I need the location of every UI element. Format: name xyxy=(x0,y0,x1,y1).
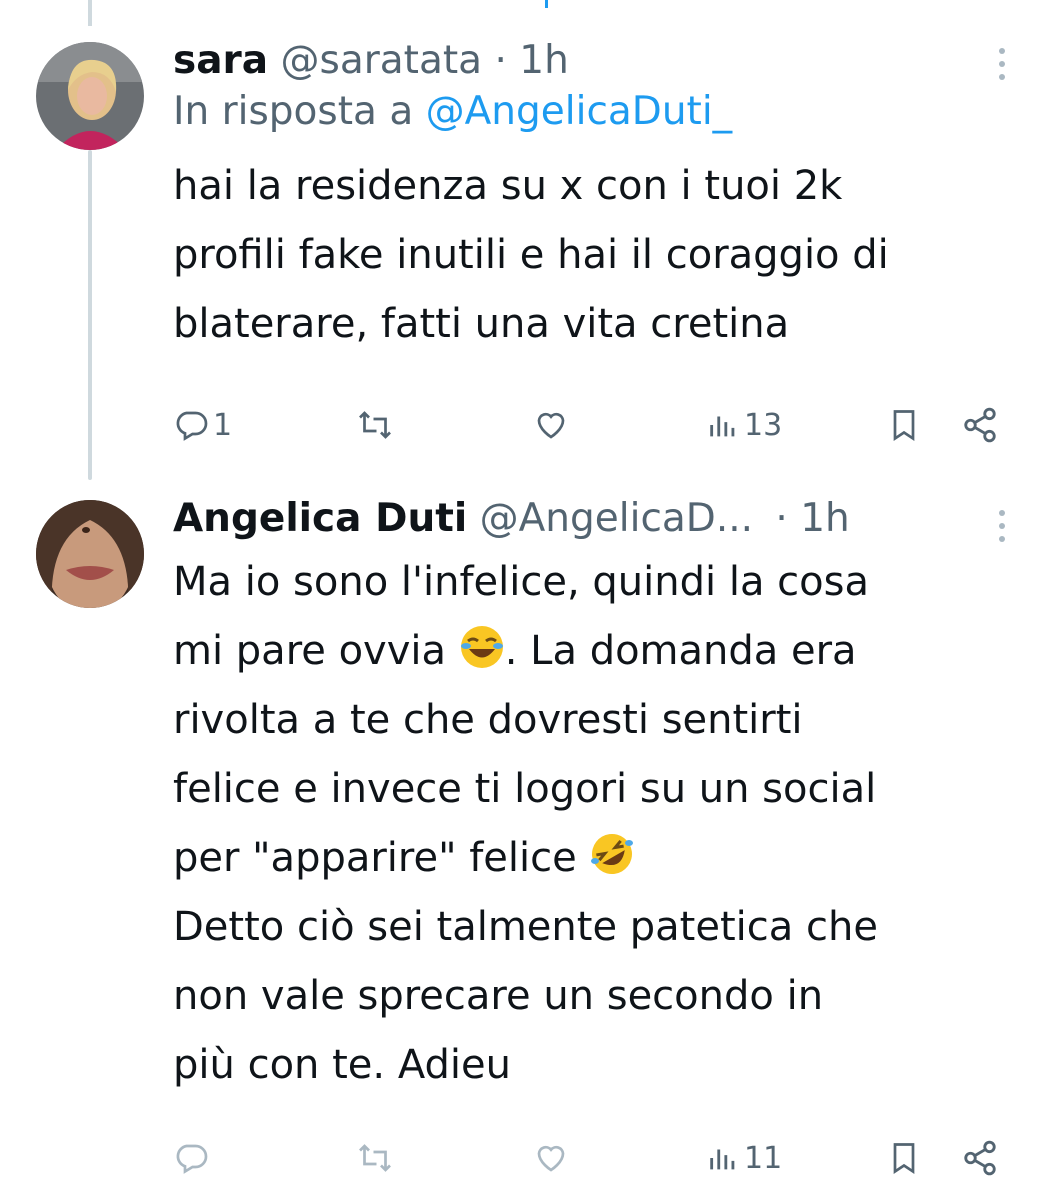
text-line: Detto ciò sei talmente patetica che xyxy=(173,904,878,950)
tweet-header: sara @saratata · 1h xyxy=(173,36,1033,86)
text-line: per "apparire" felice xyxy=(173,835,590,881)
views-count: 13 xyxy=(744,407,783,443)
share-icon xyxy=(964,1140,996,1176)
tweet-text: Ma io sono l'infelice, quindi la cosa mi… xyxy=(173,548,1033,1100)
tweet-text: hai la residenza su x con i tuoi 2k prof… xyxy=(173,152,1033,359)
reply-mention-link[interactable]: @AngelicaDuti_ xyxy=(426,89,733,134)
author-name[interactable]: Angelica Duti xyxy=(173,496,467,541)
author-handle[interactable]: @saratata xyxy=(281,38,483,83)
reply-icon xyxy=(176,1144,208,1174)
repost-icon xyxy=(359,411,391,439)
heart-icon xyxy=(537,412,565,439)
separator: · xyxy=(775,496,788,541)
tweet-actions: 11 xyxy=(173,1133,1033,1183)
face-with-tears-of-joy-icon xyxy=(460,626,503,668)
repost-button[interactable] xyxy=(355,400,395,450)
rolling-on-the-floor-laughing-icon xyxy=(591,834,634,874)
previous-tweet-edge xyxy=(545,0,548,8)
text-line: più con te. Adieu xyxy=(173,1042,511,1088)
tweet-header: Angelica Duti @AngelicaD... · 1h xyxy=(173,494,1033,544)
repost-button[interactable] xyxy=(355,1133,395,1183)
text-line: mi pare ovvia xyxy=(173,628,459,674)
thread-line-top xyxy=(88,0,92,26)
author-handle[interactable]: @AngelicaD... xyxy=(480,496,753,541)
thread-connector xyxy=(88,150,92,480)
views-icon xyxy=(710,416,735,437)
bookmark-icon xyxy=(893,410,915,442)
repost-icon xyxy=(359,1144,391,1172)
reply-icon xyxy=(176,411,208,441)
tweet-angelica: Angelica Duti @AngelicaD... · 1h Ma io s… xyxy=(173,494,1033,1100)
reply-context: In risposta a @AngelicaDuti_ xyxy=(173,86,1033,138)
avatar-angelica[interactable] xyxy=(36,500,144,608)
views-button[interactable]: 13 xyxy=(706,400,782,450)
like-button[interactable] xyxy=(531,400,571,450)
text-line: rivolta a te che dovresti sentirti xyxy=(173,697,803,743)
tweet-actions: 1 13 xyxy=(173,400,1033,450)
share-icon xyxy=(964,407,996,443)
text-line: Ma io sono l'infelice, quindi la cosa xyxy=(173,559,869,605)
separator: · xyxy=(494,38,507,83)
like-button[interactable] xyxy=(531,1133,571,1183)
views-button[interactable]: 11 xyxy=(706,1133,782,1183)
views-icon xyxy=(710,1149,735,1170)
text-line: felice e invece ti logori su un social xyxy=(173,766,877,812)
reply-button[interactable]: 1 xyxy=(173,400,232,450)
views-count: 11 xyxy=(744,1140,783,1176)
bookmark-button[interactable] xyxy=(886,1133,922,1183)
text-line: profili fake inutili e hai il coraggio d… xyxy=(173,232,889,278)
share-button[interactable] xyxy=(961,1133,999,1183)
text-line: non vale sprecare un secondo in xyxy=(173,973,824,1019)
reply-button[interactable] xyxy=(173,1133,209,1183)
reply-count: 1 xyxy=(213,407,233,443)
bookmark-icon xyxy=(893,1143,915,1175)
text-line: . La domanda era xyxy=(504,628,857,674)
tweet-sara: sara @saratata · 1h In risposta a @Angel… xyxy=(173,36,1033,359)
timestamp[interactable]: 1h xyxy=(519,38,569,83)
reply-prefix: In risposta a xyxy=(173,89,426,134)
avatar-sara[interactable] xyxy=(36,42,144,150)
timestamp[interactable]: 1h xyxy=(800,496,850,541)
bookmark-button[interactable] xyxy=(886,400,922,450)
text-line: blaterare, fatti una vita cretina xyxy=(173,301,790,347)
text-line: hai la residenza su x con i tuoi 2k xyxy=(173,163,843,209)
heart-icon xyxy=(537,1145,565,1172)
author-name[interactable]: sara xyxy=(173,38,268,83)
share-button[interactable] xyxy=(961,400,999,450)
